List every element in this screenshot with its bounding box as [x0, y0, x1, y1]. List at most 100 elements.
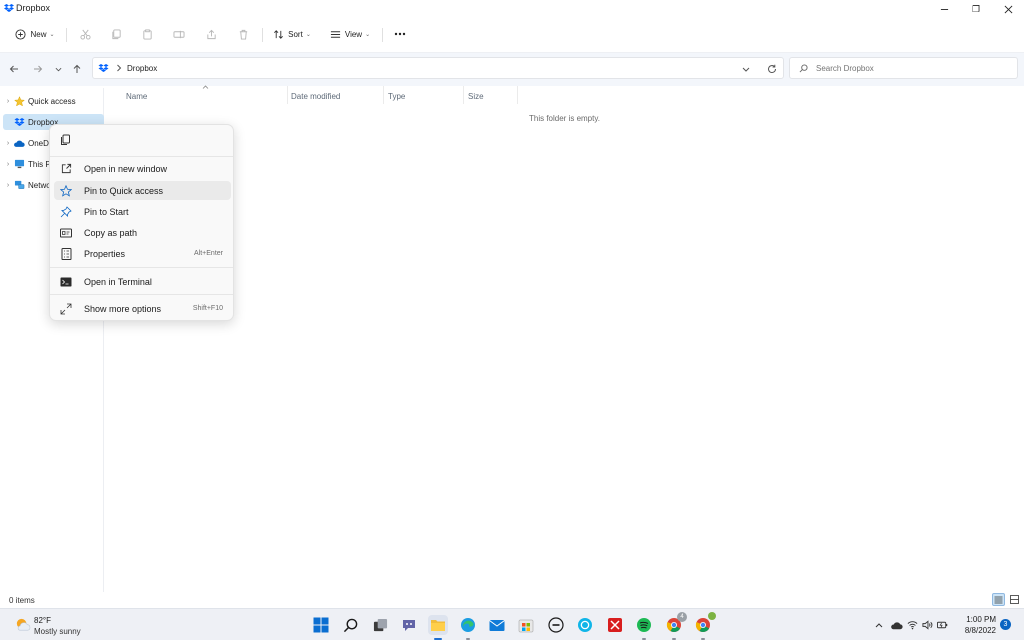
menu-item-properties[interactable]: Properties Alt+Enter [54, 244, 231, 263]
menu-divider [50, 294, 233, 295]
sort-button[interactable]: Sort ⌄ [270, 22, 314, 46]
volume-icon [922, 620, 933, 630]
red-app-button[interactable] [605, 615, 625, 635]
paste-button[interactable] [138, 22, 156, 46]
column-divider[interactable] [463, 86, 464, 104]
file-explorer-taskbar-button[interactable] [428, 615, 448, 635]
context-menu: Open in new window Pin to Quick access P… [49, 124, 234, 321]
properties-icon [60, 247, 72, 260]
close-button[interactable] [992, 0, 1024, 18]
chevron-down-icon [742, 67, 750, 72]
spotify-button[interactable] [634, 615, 654, 635]
column-divider[interactable] [383, 86, 384, 104]
menu-item-label: Open in new window [84, 163, 168, 174]
start-button[interactable] [311, 615, 331, 635]
rename-button[interactable] [170, 22, 188, 46]
quick-settings-button[interactable] [907, 618, 948, 632]
store-icon [518, 619, 534, 633]
teams-chat-button[interactable] [399, 615, 419, 635]
chevron-down-icon: ⌄ [305, 31, 311, 38]
nav-item-quick-access[interactable]: › Quick access [3, 93, 104, 109]
delete-button[interactable] [234, 22, 252, 46]
menu-item-label: Show more options [84, 303, 162, 314]
command-bar: New ⌄ Sort ⌄ View ⌄ [0, 22, 1024, 46]
windows-icon [313, 617, 329, 633]
partly-sunny-icon [16, 618, 31, 631]
dell-button[interactable] [546, 615, 566, 635]
menu-item-open-terminal[interactable]: Open in Terminal [54, 272, 231, 291]
menu-item-show-more-options[interactable]: Show more options Shift+F10 [54, 299, 231, 318]
chrome-button-1[interactable]: 4 [664, 612, 687, 635]
column-divider[interactable] [517, 86, 518, 104]
star-icon [13, 95, 25, 107]
weather-temp: 82°F [34, 616, 51, 625]
context-copy-button[interactable] [56, 131, 74, 149]
forward-button[interactable] [31, 62, 45, 76]
chat-icon [403, 620, 415, 631]
copy-button[interactable] [107, 22, 125, 46]
chevron-up-icon [875, 622, 883, 627]
arrow-left-icon [9, 65, 18, 73]
address-bar[interactable]: Dropbox [92, 57, 784, 79]
weather-widget[interactable]: 82°F Mostly sunny [12, 613, 102, 637]
show-hidden-icons-button[interactable] [873, 619, 885, 631]
menu-item-open-new-window[interactable]: Open in new window [54, 159, 231, 178]
onedrive-tray-button[interactable] [889, 619, 903, 631]
more-options-button[interactable] [390, 22, 410, 46]
alexa-button[interactable] [575, 615, 595, 635]
notification-center-badge[interactable]: 3 [1000, 619, 1011, 630]
recent-locations-button[interactable] [51, 62, 65, 76]
tiles-view-button[interactable] [1008, 593, 1021, 606]
column-header-name[interactable]: Name [126, 89, 147, 103]
edge-button[interactable] [458, 615, 478, 635]
column-header-date-modified[interactable]: Date modified [291, 89, 340, 103]
menu-item-copy-as-path[interactable]: Copy as path [54, 223, 231, 242]
column-header-type[interactable]: Type [388, 89, 405, 103]
menu-item-label: Copy as path [84, 227, 138, 238]
restore-icon: ❐ [971, 3, 981, 14]
item-count: 0 items [9, 596, 35, 605]
column-divider[interactable] [287, 86, 288, 104]
spotify-icon [637, 618, 651, 632]
arrow-right-icon [34, 65, 43, 73]
chevron-down-icon [55, 67, 61, 71]
column-header-size[interactable]: Size [468, 89, 484, 103]
clipboard-icon [142, 28, 152, 40]
refresh-button[interactable] [765, 62, 779, 76]
cloud-icon [13, 138, 25, 149]
copy-path-icon [60, 227, 72, 239]
search-input[interactable] [816, 63, 1006, 73]
taskbar-search-button[interactable] [340, 615, 360, 635]
rename-icon [173, 30, 185, 38]
search-icon [343, 618, 357, 632]
profile-badge-icon [708, 612, 716, 620]
new-button[interactable]: New ⌄ [10, 22, 60, 46]
search-box[interactable] [789, 57, 1018, 79]
view-button[interactable]: View ⌄ [326, 22, 374, 46]
new-label: New [30, 29, 47, 39]
scissors-icon [79, 29, 91, 40]
back-button[interactable] [7, 62, 21, 76]
clock[interactable]: 1:00 PM 8/8/2022 [958, 614, 996, 636]
menu-item-pin-start[interactable]: Pin to Start [54, 202, 231, 221]
arrow-up-icon [73, 64, 81, 73]
task-view-button[interactable] [370, 615, 390, 635]
store-button[interactable] [516, 615, 536, 635]
address-history-button[interactable] [739, 62, 753, 76]
more-icon [394, 32, 406, 36]
chevron-right-icon: › [6, 160, 10, 168]
notification-badge: 4 [677, 612, 687, 622]
restore-button[interactable]: ❐ [960, 0, 992, 18]
show-more-icon [60, 303, 72, 315]
cut-button[interactable] [76, 22, 94, 46]
breadcrumb-dropbox[interactable]: Dropbox [127, 64, 157, 73]
mail-button[interactable] [487, 615, 507, 635]
chrome-button-2[interactable] [693, 612, 716, 635]
details-view-button[interactable] [992, 593, 1005, 606]
trash-icon [239, 29, 247, 40]
menu-item-pin-quick-access[interactable]: Pin to Quick access [54, 181, 231, 200]
copy-icon [60, 134, 70, 145]
minimize-button[interactable] [928, 0, 960, 18]
up-button[interactable] [70, 62, 84, 76]
share-button[interactable] [202, 22, 220, 46]
